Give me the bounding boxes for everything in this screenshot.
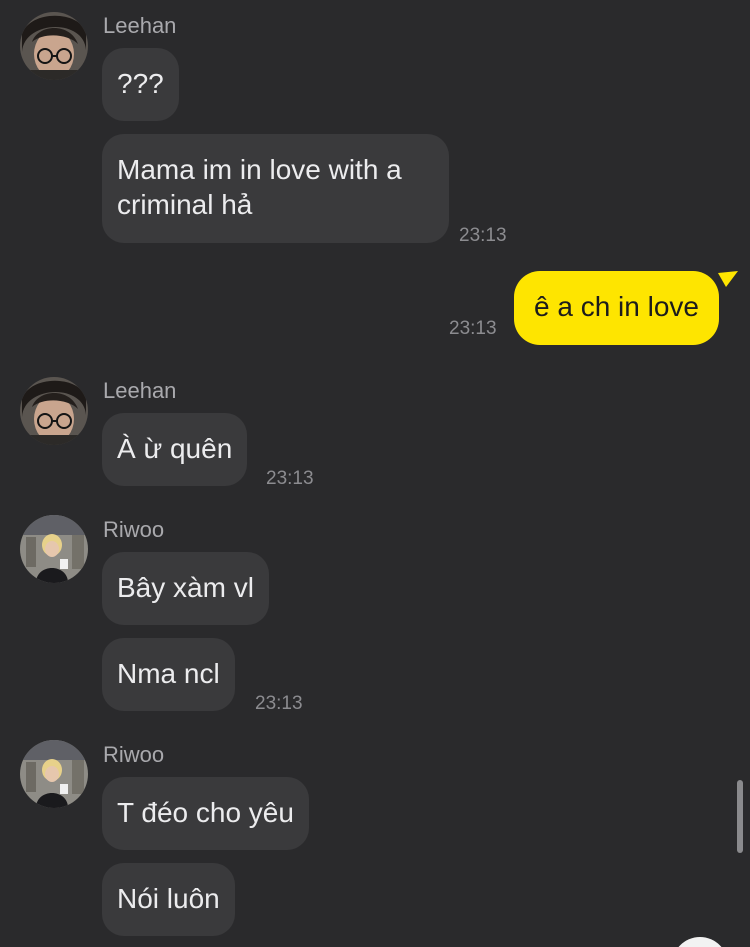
message-timestamp: 23:13 [255,693,303,714]
sender-name-leehan: Leehan [103,13,177,38]
chat-message-list[interactable]: Leehan ??? Mama im in love with a crimin… [0,0,750,947]
avatar-riwoo[interactable] [20,515,88,583]
sender-name-riwoo: Riwoo [103,517,165,542]
message-timestamp: 23:13 [266,468,314,489]
message-bubble[interactable]: Mama im in love with a criminal hả [102,134,449,243]
my-message-bubble[interactable]: ê a ch in love [514,271,719,345]
message-timestamp: 23:13 [459,225,507,246]
message-timestamp: 23:13 [449,318,497,339]
avatar-leehan[interactable] [20,12,88,80]
message-bubble[interactable]: À ừ quên [102,413,248,486]
sender-name-leehan: Leehan [103,378,177,403]
message-bubble[interactable]: Bây xàm vl [102,552,269,625]
scroll-to-bottom-button[interactable] [672,937,728,947]
avatar-riwoo[interactable] [20,740,88,808]
message-bubble[interactable]: ??? [102,48,179,121]
bubble-tail [718,271,738,287]
avatar-leehan[interactable] [20,377,88,445]
message-bubble[interactable]: T đéo cho yêu [102,777,309,850]
message-bubble[interactable]: Nói luôn [102,863,235,936]
sender-name-riwoo: Riwoo [103,742,165,767]
message-bubble[interactable]: Nma ncl [102,638,235,711]
scrollbar-thumb[interactable] [737,780,743,853]
